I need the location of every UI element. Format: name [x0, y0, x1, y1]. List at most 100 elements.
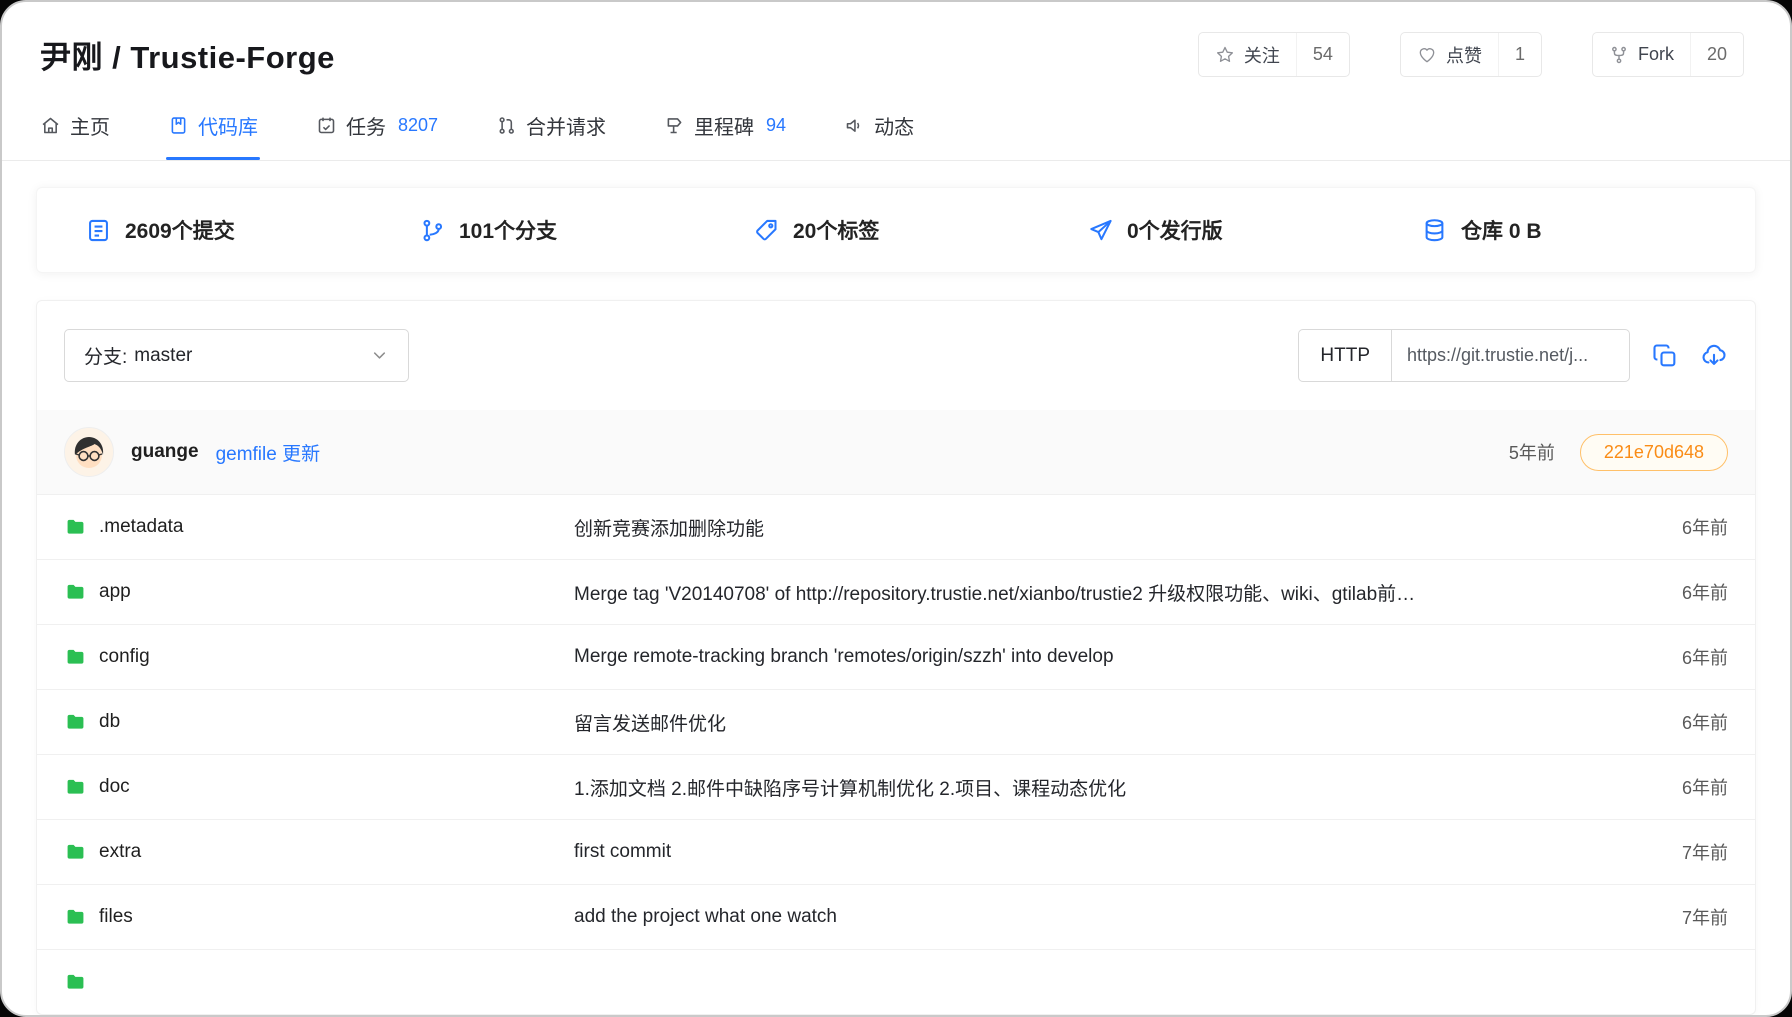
tab-repository-label: 代码库	[198, 111, 258, 140]
file-link[interactable]: files	[64, 906, 574, 928]
commits-icon	[85, 217, 112, 244]
tab-tasks-badge: 8207	[398, 115, 438, 136]
tab-milestones[interactable]: 里程碑 94	[664, 91, 786, 160]
tab-milestones-badge: 94	[766, 115, 786, 136]
cloud-download-icon	[1700, 342, 1728, 370]
watch-button[interactable]: 关注 54	[1198, 32, 1350, 77]
tab-activity[interactable]: 动态	[844, 91, 914, 160]
file-name-label: doc	[99, 776, 130, 798]
stat-size[interactable]: 仓库 0 B	[1421, 215, 1755, 245]
fork-label: Fork	[1638, 44, 1674, 65]
commit-meta: 5年前 221e70d648	[1509, 434, 1728, 471]
fork-count: 20	[1690, 33, 1743, 76]
file-commit-message[interactable]: 留言发送邮件优化	[574, 709, 1682, 736]
stat-commits-label: 2609个提交	[125, 215, 235, 245]
star-icon	[1215, 45, 1235, 65]
avatar[interactable]	[64, 427, 114, 477]
stat-releases[interactable]: 0个发行版	[1087, 215, 1421, 245]
file-link[interactable]: extra	[64, 841, 574, 863]
folder-icon	[64, 842, 87, 862]
file-commit-time: 6年前	[1682, 514, 1728, 540]
repo-icon	[168, 115, 189, 136]
file-link[interactable]: doc	[64, 776, 574, 798]
file-row: .metadata 创新竞赛添加删除功能 6年前	[37, 494, 1755, 559]
file-link[interactable]: .metadata	[64, 516, 574, 538]
file-name-label: db	[99, 711, 120, 733]
branch-icon	[419, 217, 446, 244]
branch-label: 分支:	[84, 342, 127, 369]
tab-repository[interactable]: 代码库	[168, 91, 258, 160]
file-commit-message[interactable]: first commit	[574, 841, 1682, 863]
tab-merge-requests-label: 合并请求	[526, 111, 606, 140]
file-commit-message[interactable]: Merge tag 'V20140708' of http://reposito…	[574, 579, 1682, 606]
app-window: 尹刚 / Trustie-Forge 关注 54 点赞 1 For	[0, 0, 1792, 1017]
tab-merge-requests[interactable]: 合并请求	[496, 91, 606, 160]
fork-icon	[1609, 45, 1629, 65]
protocol-toggle[interactable]: HTTP	[1298, 329, 1392, 382]
fork-button[interactable]: Fork 20	[1592, 32, 1744, 77]
folder-icon	[64, 647, 87, 667]
tab-home[interactable]: 主页	[40, 91, 110, 160]
folder-icon	[64, 517, 87, 537]
chevron-down-icon	[370, 346, 389, 365]
clone-url-field[interactable]: https://git.trustie.net/j...	[1392, 329, 1630, 382]
watch-count: 54	[1296, 33, 1349, 76]
tab-activity-label: 动态	[874, 111, 914, 140]
file-name-label: files	[99, 906, 133, 928]
file-commit-time: 7年前	[1682, 904, 1728, 930]
like-label: 点赞	[1446, 42, 1482, 68]
file-commit-message[interactable]: add the project what one watch	[574, 906, 1682, 928]
stat-releases-label: 0个发行版	[1127, 215, 1223, 245]
tag-icon	[753, 217, 780, 244]
heart-icon	[1417, 45, 1437, 65]
tab-bar: 主页 代码库 任务 8207 合并请求 里程碑 94 动态	[2, 91, 1790, 161]
like-count: 1	[1498, 33, 1541, 76]
stat-branches[interactable]: 101个分支	[419, 215, 753, 245]
file-commit-time: 7年前	[1682, 839, 1728, 865]
file-row: config Merge remote-tracking branch 'rem…	[37, 624, 1755, 689]
database-icon	[1421, 217, 1448, 244]
folder-icon	[64, 712, 87, 732]
stat-commits[interactable]: 2609个提交	[85, 215, 419, 245]
commit-message-link[interactable]: gemfile 更新	[216, 439, 321, 466]
stat-branches-label: 101个分支	[459, 215, 557, 245]
file-link[interactable]: app	[64, 581, 574, 603]
page-title: 尹刚 / Trustie-Forge	[40, 32, 335, 77]
file-link[interactable]: db	[64, 711, 574, 733]
tab-tasks[interactable]: 任务 8207	[316, 91, 438, 160]
file-commit-message[interactable]: Merge remote-tracking branch 'remotes/or…	[574, 646, 1682, 668]
commit-hash-badge[interactable]: 221e70d648	[1580, 434, 1728, 471]
file-row: extra first commit 7年前	[37, 819, 1755, 884]
tab-milestones-label: 里程碑	[694, 111, 754, 140]
stat-tags[interactable]: 20个标签	[753, 215, 1087, 245]
home-icon	[40, 115, 61, 136]
stat-size-label: 仓库 0 B	[1461, 215, 1542, 245]
branch-value: master	[134, 345, 192, 367]
repo-toolbar: 分支: master HTTP https://git.trustie.net/…	[37, 301, 1755, 410]
copy-url-button[interactable]	[1651, 342, 1679, 370]
file-commit-message[interactable]: 创新竞赛添加删除功能	[574, 514, 1682, 541]
activity-icon	[844, 115, 865, 136]
file-link[interactable]	[64, 972, 574, 992]
commit-time: 5年前	[1509, 439, 1555, 465]
download-button[interactable]	[1700, 342, 1728, 370]
file-commit-time: 6年前	[1682, 774, 1728, 800]
file-commit-message[interactable]: 1.添加文档 2.邮件中缺陷序号计算机制优化 2.项目、课程动态优化	[574, 774, 1682, 801]
branch-selector[interactable]: 分支: master	[64, 329, 409, 382]
file-row: doc 1.添加文档 2.邮件中缺陷序号计算机制优化 2.项目、课程动态优化 6…	[37, 754, 1755, 819]
file-name-label: extra	[99, 841, 141, 863]
repository-card: 分支: master HTTP https://git.trustie.net/…	[36, 300, 1756, 1015]
file-row-partial	[37, 949, 1755, 1014]
file-link[interactable]: config	[64, 646, 574, 668]
release-icon	[1087, 217, 1114, 244]
file-name-label: .metadata	[99, 516, 184, 538]
folder-icon	[64, 582, 87, 602]
like-button[interactable]: 点赞 1	[1400, 32, 1542, 77]
file-row: files add the project what one watch 7年前	[37, 884, 1755, 949]
merge-request-icon	[496, 115, 517, 136]
latest-commit-bar: guange gemfile 更新 5年前 221e70d648	[37, 410, 1755, 494]
tab-home-label: 主页	[70, 111, 110, 140]
header-actions: 关注 54 点赞 1 Fork 20	[1198, 32, 1744, 77]
commit-author[interactable]: guange	[131, 441, 199, 463]
watch-label: 关注	[1244, 42, 1280, 68]
